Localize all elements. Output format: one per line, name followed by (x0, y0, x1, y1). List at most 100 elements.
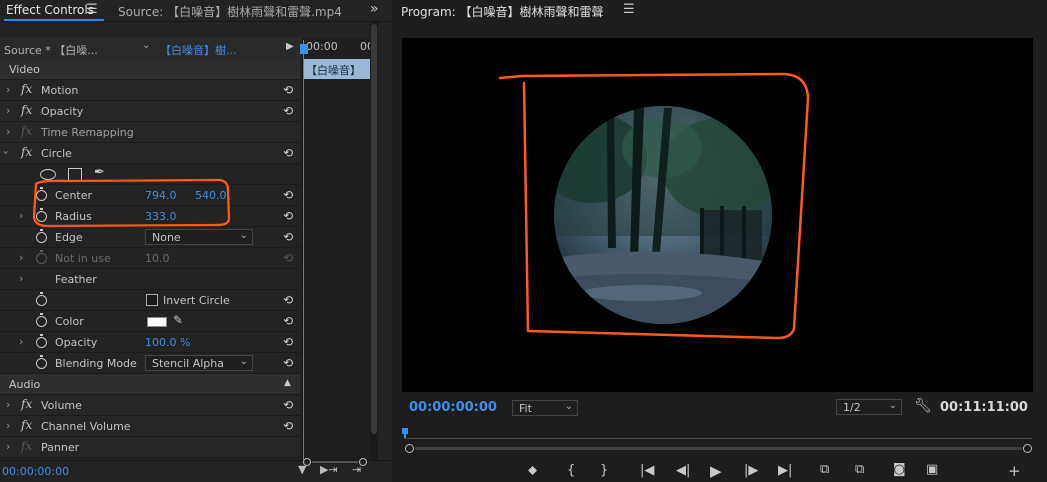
fx-icon[interactable]: fx (21, 145, 32, 159)
footer-timecode[interactable]: 00:00:00:00 (2, 465, 69, 478)
reset-icon[interactable]: ⟲ (283, 293, 293, 307)
effect-opacity[interactable]: › fx Opacity ⟲ (0, 101, 300, 122)
export-frame-icon[interactable]: ◙ (893, 462, 906, 477)
overflow-icon[interactable]: » (370, 1, 379, 17)
reset-icon[interactable]: ⟲ (283, 356, 293, 370)
lift-icon[interactable]: ⧉ (820, 462, 829, 477)
expand-chevron-icon[interactable]: › (6, 125, 10, 138)
step-back-icon[interactable]: ◀| (676, 463, 690, 478)
property-blending-mode[interactable]: Blending Mode Stencil Alpha ⌄ ⟲ (0, 353, 300, 374)
reset-icon[interactable]: ⟲ (283, 419, 293, 433)
reset-icon[interactable]: ⟲ (283, 104, 293, 118)
resolution-dropdown[interactable]: 1/2 ⌄ (836, 399, 902, 415)
property-feather[interactable]: › Feather (0, 269, 300, 290)
blending-mode-dropdown[interactable]: Stencil Alpha ⌄ (145, 355, 253, 371)
fx-icon[interactable]: fx (21, 82, 32, 96)
play-icon[interactable]: ▶ (710, 462, 722, 480)
property-invert[interactable]: Invert Circle ⟲ (0, 290, 300, 311)
opacity-value[interactable]: 100.0 % (145, 336, 190, 349)
invert-checkbox[interactable] (146, 294, 158, 306)
step-forward-icon[interactable]: |▶ (744, 463, 758, 478)
property-color[interactable]: Color ✎ ⟲ (0, 311, 300, 332)
expand-chevron-icon[interactable]: › (19, 209, 23, 222)
reset-icon[interactable]: ⟲ (283, 398, 293, 412)
reset-icon[interactable]: ⟲ (283, 314, 293, 328)
tab-source[interactable]: Source: 【白噪音】樹林雨聲和雷聲.mp4 (118, 3, 346, 20)
time-ruler[interactable] (404, 438, 1032, 439)
property-opacity[interactable]: › Opacity 100.0 % ⟲ (0, 332, 300, 353)
zoom-scrollbar[interactable] (415, 447, 1022, 450)
play-only-audio-icon[interactable]: ▶⇥ (320, 463, 338, 476)
effect-volume[interactable]: › fx Volume ⟲ (0, 395, 300, 416)
stopwatch-icon[interactable] (36, 355, 47, 369)
zoom-bar[interactable] (312, 461, 358, 463)
color-swatch[interactable] (147, 317, 167, 327)
invert-label: Invert Circle (163, 294, 230, 307)
clip-bar[interactable]: 【白噪音】 (304, 59, 370, 79)
source-dropdown-icon[interactable]: ⌄ (142, 40, 150, 51)
fx-icon[interactable]: fx (21, 397, 32, 411)
effect-time-remapping[interactable]: › fx Time Remapping (0, 122, 300, 143)
active-tab-indicator (4, 19, 104, 21)
tab-effect-controls[interactable]: Effect Controls (6, 3, 94, 17)
go-to-out-icon[interactable]: ▶| (778, 463, 792, 478)
panel-menu-icon[interactable]: ☰ (623, 2, 635, 17)
button-editor-icon[interactable]: + (1008, 462, 1021, 480)
go-to-in-icon[interactable]: |◀ (640, 463, 654, 478)
zoom-handle-left[interactable] (303, 458, 311, 466)
reset-icon[interactable]: ⟲ (283, 230, 293, 244)
expand-chevron-icon[interactable]: › (6, 104, 10, 117)
program-playhead-handle[interactable] (402, 428, 408, 434)
wrench-icon[interactable]: 🔧︎ (914, 398, 932, 414)
add-marker-icon[interactable]: ⬥ (528, 463, 537, 478)
fit-dropdown[interactable]: Fit ⌄ (512, 400, 578, 416)
zoom-handle-left[interactable] (405, 444, 414, 453)
playhead-handle[interactable] (300, 44, 308, 54)
stopwatch-icon[interactable] (36, 292, 47, 306)
edge-dropdown[interactable]: None ⌄ (145, 229, 253, 245)
stopwatch-icon[interactable] (36, 229, 47, 243)
audio-section-header: Audio ▲ (0, 374, 300, 395)
reset-icon[interactable]: ⟲ (283, 146, 293, 160)
property-edge[interactable]: Edge None ⌄ ⟲ (0, 227, 300, 248)
volume-label: Volume (41, 399, 82, 412)
expand-chevron-icon[interactable]: › (19, 251, 23, 264)
expand-chevron-icon[interactable]: › (6, 440, 10, 453)
play-icon[interactable]: ▶ (286, 41, 294, 52)
collapse-chevron-icon[interactable]: › (0, 150, 13, 154)
expand-chevron-icon[interactable]: › (19, 272, 23, 285)
monitor-controls: 00:00:00:00 Fit ⌄ 1/2 ⌄ 🔧︎ 00:11:11:00 (392, 396, 1047, 420)
expand-chevron-icon[interactable]: › (6, 419, 10, 432)
program-viewer[interactable] (402, 38, 1033, 392)
current-timecode[interactable]: 00:00:00:00 (409, 400, 497, 415)
reset-icon[interactable]: ⟲ (283, 83, 293, 97)
effect-panner[interactable]: › fx Panner (0, 437, 300, 458)
video-section-header: Video (0, 59, 300, 80)
reset-icon[interactable]: ⟲ (283, 188, 293, 202)
expand-chevron-icon[interactable]: › (6, 398, 10, 411)
extract-icon[interactable]: ⧉ (855, 462, 864, 477)
mark-out-icon[interactable]: } (600, 463, 608, 478)
program-monitor-title[interactable]: Program: 【白噪音】樹林雨聲和雷聲 (401, 3, 604, 20)
reset-icon[interactable]: ⟲ (283, 335, 293, 349)
zoom-handle-right[interactable] (1023, 444, 1032, 453)
eyedropper-icon[interactable]: ✎ (173, 313, 183, 327)
effect-motion[interactable]: › fx Motion ⟲ (0, 80, 300, 101)
panel-menu-icon[interactable]: ☰ (86, 2, 98, 17)
stopwatch-icon[interactable] (36, 313, 47, 327)
zoom-handle-right[interactable] (359, 458, 367, 466)
expand-chevron-icon[interactable]: › (19, 335, 23, 348)
effect-timeline[interactable] (302, 38, 370, 462)
mark-in-icon[interactable]: { (567, 463, 575, 478)
reset-icon[interactable]: ⟲ (283, 209, 293, 223)
effect-channel-volume[interactable]: › fx Channel Volume ⟲ (0, 416, 300, 437)
stopwatch-icon[interactable] (36, 334, 47, 348)
effect-circle[interactable]: › fx Circle ⟲ (0, 143, 300, 164)
fx-icon[interactable]: fx (21, 418, 32, 432)
fx-icon[interactable]: fx (21, 103, 32, 117)
expand-chevron-icon[interactable]: › (6, 83, 10, 96)
source-clip-name[interactable]: 【白噪音】樹... (160, 42, 237, 58)
scrollbar-thumb[interactable] (371, 24, 377, 434)
comparison-view-icon[interactable]: ▣ (926, 462, 938, 477)
scroll-up-icon[interactable]: ▲ (284, 378, 291, 388)
